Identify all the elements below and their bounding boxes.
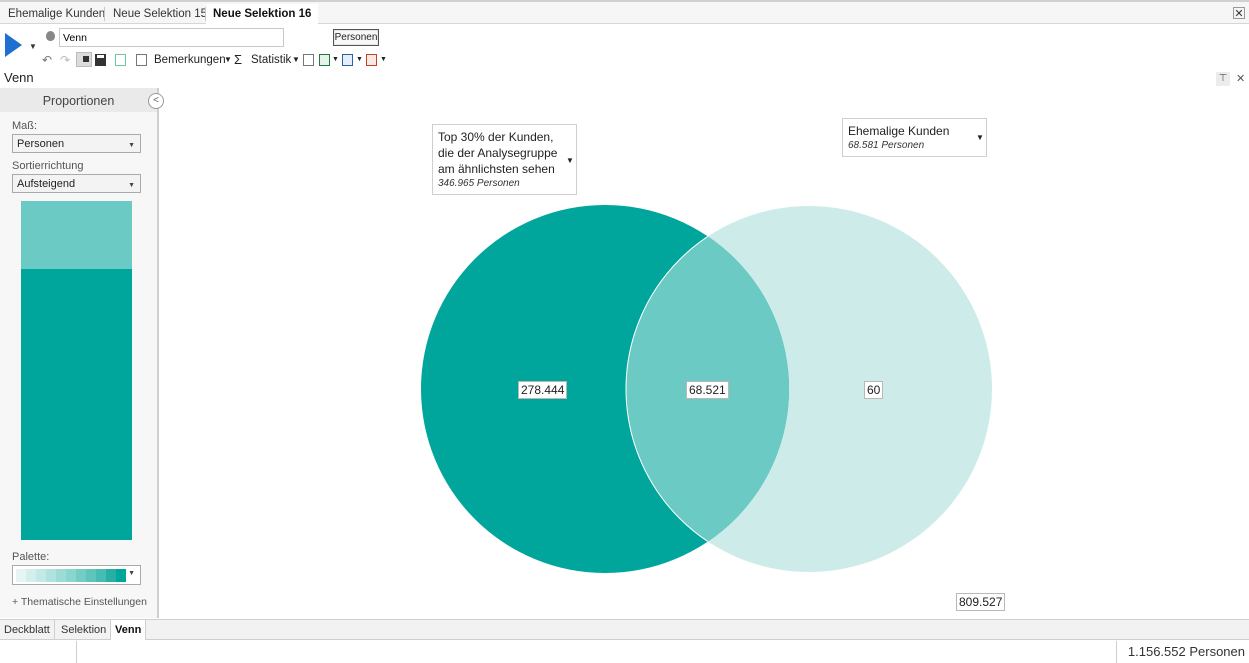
palette-swatch xyxy=(86,569,96,582)
measure-select-value: Personen xyxy=(17,138,65,150)
proportion-segment-bottom xyxy=(21,269,132,540)
run-play-icon[interactable] xyxy=(5,33,22,57)
proportions-panel: Proportionen < Maß: Personen ▼ Sortierri… xyxy=(0,88,164,618)
venn-diagram xyxy=(421,205,992,573)
chevron-down-icon: ▼ xyxy=(128,142,135,149)
sort-label: Sortierrichtung xyxy=(12,160,84,172)
status-separator xyxy=(76,641,77,663)
palette-swatch xyxy=(36,569,46,582)
close-tab-icon[interactable]: ✕ xyxy=(1233,7,1245,20)
tab-deckblatt[interactable]: Deckblatt xyxy=(0,620,55,640)
chevron-down-icon[interactable]: ▼ xyxy=(566,156,574,165)
toggle-view-icon[interactable] xyxy=(76,52,92,67)
palette-swatch xyxy=(46,569,56,582)
selection-name-input[interactable] xyxy=(59,28,284,47)
chevron-down-icon: ▼ xyxy=(128,570,135,577)
word-dropdown-chevron-icon[interactable]: ▼ xyxy=(356,53,363,67)
run-dropdown-chevron-icon[interactable]: ▼ xyxy=(29,42,37,51)
measure-label: Maß: xyxy=(12,120,38,132)
tab-neue-selektion-15[interactable]: Neue Selektion 15 xyxy=(106,4,214,25)
palette-swatch xyxy=(16,569,26,582)
legend-right-set[interactable]: Ehemalige Kunden 68.581 Personen ▼ xyxy=(842,118,987,157)
palette-swatch xyxy=(76,569,86,582)
statistics-dropdown-chevron-icon[interactable]: ▼ xyxy=(292,53,300,67)
database-icon[interactable] xyxy=(115,54,126,66)
document-tab-bar: Ehemalige Kunden Neue Selektion 15 Neue … xyxy=(0,0,1249,25)
proportion-bar xyxy=(21,201,132,540)
legend-left-title-line-3: am ähnlichsten sehen xyxy=(438,162,555,176)
section-title: Venn xyxy=(4,70,34,85)
redo-icon[interactable]: ↷ xyxy=(60,53,70,67)
tab-venn[interactable]: Venn xyxy=(111,620,147,640)
tab-selektion[interactable]: Selektion xyxy=(57,620,112,640)
personen-button[interactable]: Personen xyxy=(333,29,379,46)
chevron-down-icon[interactable]: ▼ xyxy=(976,133,984,142)
close-panel-icon[interactable]: ✕ xyxy=(1236,72,1245,85)
panel-header: Proportionen xyxy=(0,88,157,112)
status-separator xyxy=(1116,641,1117,663)
notes-icon[interactable] xyxy=(136,54,147,66)
palette-swatch xyxy=(106,569,116,582)
left-only-value-label: 278.444 xyxy=(518,381,568,399)
status-bar: 1.156.552 Personen xyxy=(0,641,1249,663)
legend-right-title: Ehemalige Kunden xyxy=(848,124,950,138)
legend-right-count: 68.581 Personen xyxy=(848,140,925,151)
remarks-dropdown-chevron-icon[interactable]: ▼ xyxy=(224,53,232,67)
sum-icon[interactable]: Σ xyxy=(234,53,242,67)
measure-select[interactable]: Personen ▼ xyxy=(12,134,141,153)
tab-separator xyxy=(104,7,105,21)
legend-left-title-line-1: Top 30% der Kunden, xyxy=(438,130,554,144)
table-icon[interactable] xyxy=(303,54,314,66)
intersection-value-label: 68.521 xyxy=(686,381,729,399)
bottom-tab-bar: Deckblatt Selektion Venn xyxy=(0,619,1249,640)
proportion-segment-top xyxy=(21,201,132,269)
sort-select[interactable]: Aufsteigend ▼ xyxy=(12,174,141,193)
palette-swatch xyxy=(56,569,66,582)
tab-neue-selektion-16[interactable]: Neue Selektion 16 xyxy=(206,4,319,25)
palette-select[interactable]: ▼ xyxy=(12,565,141,585)
right-only-value-label: 60 xyxy=(864,381,884,399)
palette-swatch xyxy=(96,569,106,582)
powerpoint-dropdown-chevron-icon[interactable]: ▼ xyxy=(380,53,387,67)
legend-left-title-line-2: die der Analysegruppe xyxy=(438,146,558,160)
thematic-settings-link[interactable]: + Thematische Einstellungen xyxy=(12,596,147,608)
selection-name-icon xyxy=(46,31,55,41)
status-total-count: 1.156.552 Personen xyxy=(1127,644,1245,659)
undo-icon[interactable]: ↶ xyxy=(42,53,52,67)
word-export-icon[interactable] xyxy=(342,54,353,66)
excel-dropdown-chevron-icon[interactable]: ▼ xyxy=(332,53,339,67)
remarks-button[interactable]: Bemerkungen xyxy=(154,53,226,67)
excel-export-icon[interactable] xyxy=(319,54,330,66)
tab-ehemalige-kunden[interactable]: Ehemalige Kunden xyxy=(1,4,112,25)
powerpoint-export-icon[interactable] xyxy=(366,54,377,66)
save-icon[interactable] xyxy=(95,54,106,66)
palette-swatch xyxy=(26,569,36,582)
toolbar: ▼ Personen ↶ ↷ Bemerkungen ▼ Σ Statistik… xyxy=(0,25,1249,69)
palette-swatch xyxy=(66,569,76,582)
statistics-button[interactable]: Statistik xyxy=(251,53,291,67)
legend-left-count: 346.965 Personen xyxy=(438,178,520,189)
palette-swatch xyxy=(116,569,126,582)
pin-icon[interactable]: ⊤ xyxy=(1216,72,1230,86)
chevron-down-icon: ▼ xyxy=(128,182,135,189)
legend-left-set[interactable]: Top 30% der Kunden, die der Analysegrupp… xyxy=(432,124,577,195)
palette-label: Palette: xyxy=(12,551,50,563)
outside-value-label: 809.527 xyxy=(956,593,1006,611)
sort-select-value: Aufsteigend xyxy=(17,178,76,190)
